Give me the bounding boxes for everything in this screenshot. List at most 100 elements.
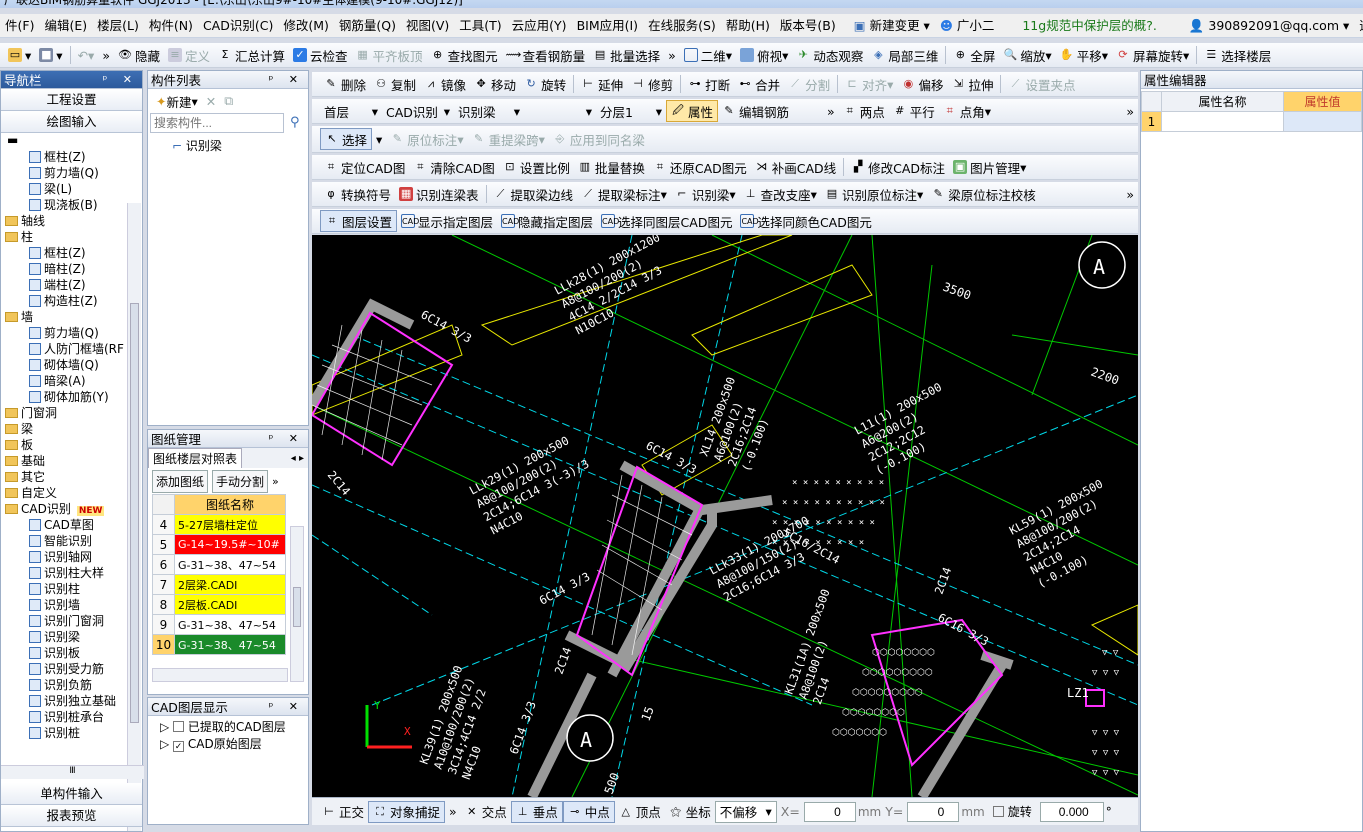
break-button[interactable]: ⊶ 打断 — [684, 73, 734, 95]
copy-component-icon[interactable]: ⧉ — [220, 90, 237, 112]
nav-tree-item[interactable]: 识别桩承台 — [5, 709, 142, 725]
property-button[interactable]: 🖉 属性 — [666, 100, 719, 122]
view-rebar-button[interactable]: ⟿ 查看钢筋量 — [502, 44, 590, 66]
nav-tree-item[interactable]: 识别柱 — [5, 581, 142, 597]
show-layer-button[interactable]: CAD 显示指定图层 — [397, 210, 497, 232]
menu-rebar[interactable]: 钢筋量(Q) — [334, 14, 401, 38]
search-input[interactable] — [150, 113, 284, 133]
nav-header-buttons[interactable]: ᵖ ✕ — [103, 73, 142, 86]
local3d-button[interactable]: ◈ 局部三维 — [867, 44, 942, 66]
move-button[interactable]: ✥ 移动 — [470, 73, 520, 95]
edit-rebar-button[interactable]: ✎ 编辑钢筋 — [718, 100, 793, 122]
menu-floor[interactable]: 楼层(L) — [92, 14, 144, 38]
nav-tree-item[interactable]: 识别独立基础 — [5, 693, 142, 709]
original-checkbox[interactable]: ✓ — [173, 741, 185, 752]
nav-tree-item[interactable]: 现浇板(B) — [5, 197, 142, 213]
offset-button[interactable]: ◉ 偏移 — [897, 73, 947, 95]
manual-split-button[interactable]: 手动分割 — [212, 469, 269, 493]
mirror-button[interactable]: ⩘ 镜像 — [420, 73, 470, 95]
original-layer-row[interactable]: ▷ ✓ CAD原始图层 — [148, 735, 308, 752]
copy-button[interactable]: ⚇ 复制 — [370, 73, 420, 95]
nav-tree-item[interactable]: 识别轴网 — [5, 549, 142, 565]
layer-select[interactable]: 分层1 ▾ — [596, 100, 666, 122]
nav-tree-item[interactable]: 自定义 — [5, 485, 142, 501]
more-2[interactable]: » — [664, 44, 680, 66]
perp-button[interactable]: ⊥ 垂点 — [510, 800, 563, 823]
y-input[interactable] — [907, 801, 960, 822]
select-dropdown[interactable]: ▾ — [372, 128, 386, 150]
drawing-row[interactable]: 9 G-31~38、47~54 — [152, 614, 286, 635]
two-point-button[interactable]: ⌗ 两点 — [839, 100, 889, 122]
pan-button[interactable]: ✋ 平移 ▾ — [1056, 44, 1112, 66]
check-support-button[interactable]: ⊥ 查改支座 ▾ — [740, 183, 821, 205]
flat-top-button[interactable]: ▦ 平齐板顶 — [352, 44, 427, 66]
parallel-button[interactable]: # 平行 — [889, 100, 939, 122]
vertex-button[interactable]: △ 顶点 — [615, 801, 665, 823]
menu-online[interactable]: 在线服务(S) — [643, 14, 721, 38]
ortho-button[interactable]: ⊢ 正交 — [318, 801, 368, 823]
summary-button[interactable]: Σ 汇总计算 — [214, 44, 289, 66]
split-button[interactable]: ⟋ 分割 — [784, 73, 834, 95]
menu-cad-recog[interactable]: CAD识别(C) — [198, 14, 278, 38]
tab-drawing-floor[interactable]: 图纸楼层对照表 — [148, 448, 243, 468]
report-button[interactable]: 报表预览 — [1, 805, 142, 827]
drawing-row[interactable]: 4 5-27层墙柱定位 — [152, 514, 286, 535]
cad-recog-select[interactable]: CAD识别 ▾ — [382, 100, 454, 122]
recog-link-table-button[interactable]: ▦ 识别连梁表 — [395, 183, 483, 205]
more-drawing-button[interactable]: » — [272, 475, 279, 488]
more-6[interactable]: » — [445, 801, 461, 823]
select-same-layer-button[interactable]: CAD 选择同图层CAD图元 — [597, 210, 736, 232]
redo-span-button[interactable]: ✎ 重提梁跨 ▾ — [468, 128, 549, 150]
account-link[interactable]: 👤 390892091@qq.com ▾ — [1184, 14, 1354, 38]
image-mgmt-button[interactable]: ▣ 图片管理 ▾ — [949, 156, 1030, 178]
select-same-color-button[interactable]: CAD 选择同颜色CAD图元 — [736, 210, 875, 232]
menu-modify[interactable]: 修改(M) — [278, 14, 334, 38]
single-input-button[interactable]: 单构件输入 — [1, 783, 142, 805]
new-component-button[interactable]: ✦ 新建 ▾ — [152, 90, 202, 112]
drawing-row[interactable]: 5 G-14~19.5#~10# — [152, 534, 286, 555]
clear-cad-button[interactable]: ⌗ 清除CAD图 — [409, 156, 498, 178]
add-drawing-button[interactable]: 添加图纸 — [152, 469, 209, 493]
drawing-input-button[interactable]: 绘图输入 — [1, 111, 142, 133]
extend-button[interactable]: ⊢ 延伸 — [577, 73, 627, 95]
zoom-button[interactable]: 🔍 缩放 ▾ — [999, 44, 1055, 66]
convert-symbol-button[interactable]: φ 转换符号 — [320, 183, 395, 205]
menu-edit[interactable]: 编辑(E) — [39, 14, 92, 38]
nav-tree-item[interactable]: 识别柱大样 — [5, 565, 142, 581]
nav-tree-item[interactable]: 识别板 — [5, 645, 142, 661]
more-3[interactable]: » — [823, 100, 839, 122]
mid-button[interactable]: ⊸ 中点 — [562, 800, 615, 823]
nav-tree-item[interactable]: 识别门窗洞 — [5, 613, 142, 629]
nav-tree-item[interactable]: 剪力墙(Q) — [5, 325, 142, 341]
component-item[interactable]: ⌐ 识别梁 — [148, 133, 308, 154]
batch-select-button[interactable]: ▤ 批量选择 — [589, 44, 664, 66]
snap-button[interactable]: ⛶ 对象捕捉 — [368, 800, 446, 823]
x-input[interactable] — [803, 801, 856, 822]
blank-select[interactable]: ▾ — [524, 100, 596, 122]
hide-button[interactable]: 👁 隐藏 — [114, 44, 164, 66]
recog-beam-select[interactable]: 识别梁 ▾ — [454, 100, 524, 122]
drawing-vscroll[interactable] — [290, 526, 304, 682]
draw-cad-button[interactable]: ⋊ 补画CAD线 — [751, 156, 840, 178]
drawing-row[interactable]: 6 G-31~38、47~54 — [152, 554, 286, 575]
check-orig-button[interactable]: ✎ 梁原位标注校核 — [927, 183, 1040, 205]
nav-tree-item[interactable]: 端柱(Z) — [5, 277, 142, 293]
save-button[interactable]: ■ ▾ — [35, 44, 66, 66]
tip-banner[interactable]: 11g规范中保护层的概?. — [1017, 14, 1161, 38]
new-change-button[interactable]: ▣ 新建变更 ▾ — [849, 14, 935, 38]
drawing-row[interactable]: 10 G-31~38、47~54 — [152, 634, 286, 655]
extracted-checkbox[interactable] — [173, 721, 185, 732]
menu-version[interactable]: 版本号(B) — [775, 14, 841, 38]
layer-setting-button[interactable]: ⌗ 图层设置 — [320, 210, 398, 232]
nav-tree-item[interactable]: 框柱(Z) — [5, 149, 142, 165]
merge-button[interactable]: ⊷ 合并 — [734, 73, 784, 95]
extracted-layer-row[interactable]: ▷ 已提取的CAD图层 — [148, 716, 308, 735]
project-setting-button[interactable]: 工程设置 — [1, 89, 142, 111]
nav-tree-item[interactable]: 梁(L) — [5, 181, 142, 197]
extract-edge-button[interactable]: ⟋ 提取梁边线 — [490, 183, 578, 205]
select-button[interactable]: ↖ 选择 — [320, 128, 373, 150]
hide-layer-button[interactable]: CAD 隐藏指定图层 — [497, 210, 597, 232]
coord-button[interactable]: ⚝ 坐标 — [665, 801, 715, 823]
nav-scrollbar[interactable] — [127, 203, 141, 831]
nav-tree-item[interactable]: 板 — [5, 437, 142, 453]
